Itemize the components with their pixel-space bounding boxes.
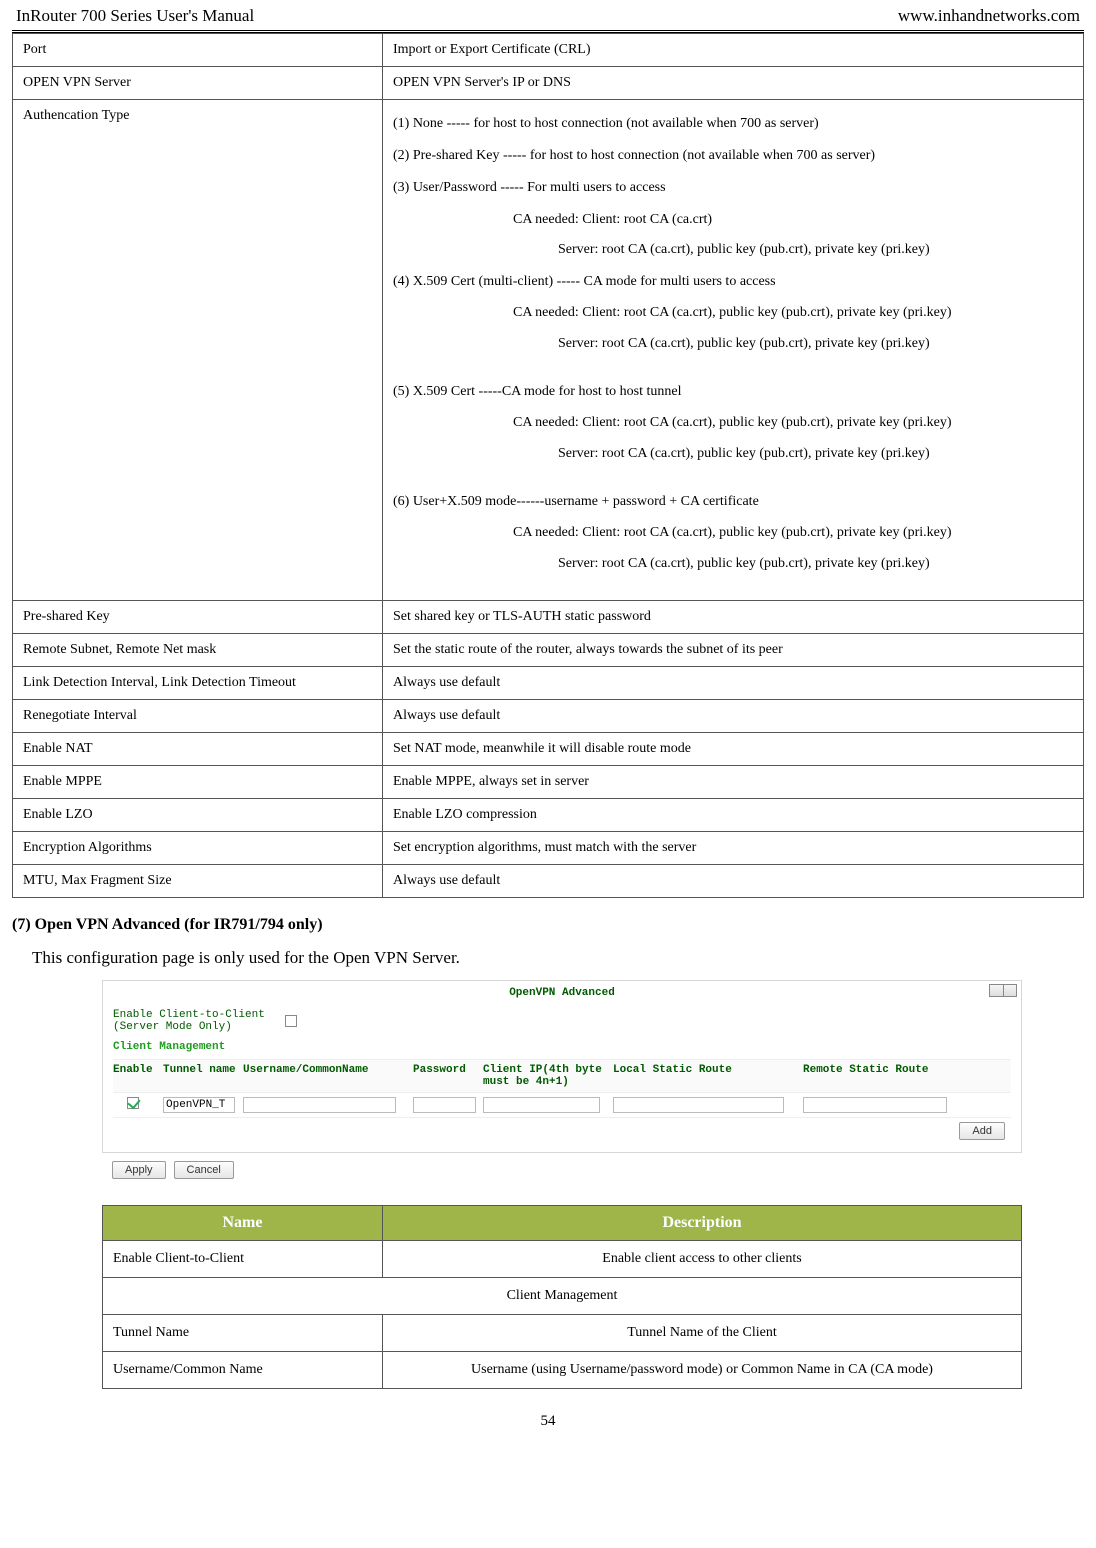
openvpn-advanced-panel: OpenVPN Advanced Enable Client-to-Client… — [102, 980, 1022, 1153]
col-enable: Enable — [113, 1064, 163, 1088]
param-val: Always use default — [383, 864, 1084, 897]
auth-line: (1) None ----- for host to host connecti… — [393, 108, 1073, 140]
param-val: OPEN VPN Server's IP or DNS — [383, 67, 1084, 100]
panel-title: OpenVPN Advanced — [509, 987, 615, 999]
auth-line: (4) X.509 Cert (multi-client) ----- CA m… — [393, 266, 1073, 298]
desc-key: Tunnel Name — [103, 1314, 383, 1351]
col-pw: Password — [413, 1064, 483, 1088]
table-row: Enable LZOEnable LZO compression — [13, 798, 1084, 831]
desc-val: Username (using Username/password mode) … — [383, 1351, 1022, 1388]
table-row: Enable Client-to-Client Enable client ac… — [103, 1240, 1022, 1277]
auth-indent: Server: root CA (ca.crt), public key (pu… — [393, 439, 1073, 470]
param-val: (1) None ----- for host to host connecti… — [383, 100, 1084, 601]
th-name: Name — [103, 1205, 383, 1240]
table-row: Enable MPPEEnable MPPE, always set in se… — [13, 765, 1084, 798]
desc-val: Tunnel Name of the Client — [383, 1314, 1022, 1351]
param-val: Enable LZO compression — [383, 798, 1084, 831]
enable-c2c-checkbox[interactable] — [285, 1015, 297, 1027]
header-right: www.inhandnetworks.com — [898, 6, 1080, 26]
local-route-input[interactable] — [613, 1097, 784, 1113]
add-button[interactable]: Add — [959, 1122, 1005, 1140]
header-left: InRouter 700 Series User's Manual — [16, 6, 254, 26]
desc-val: Enable client access to other clients — [383, 1240, 1022, 1277]
row-enable-checkbox[interactable] — [127, 1097, 139, 1109]
auth-indent: CA needed: Client: root CA (ca.crt), pub… — [393, 408, 1073, 439]
auth-indent: CA needed: Client: root CA (ca.crt), pub… — [393, 298, 1073, 329]
param-key: Enable MPPE — [13, 765, 383, 798]
remote-route-input[interactable] — [803, 1097, 947, 1113]
panel-title-bar: OpenVPN Advanced — [103, 981, 1021, 1003]
table-row: Tunnel Name Tunnel Name of the Client — [103, 1314, 1022, 1351]
desc-key: Username/Common Name — [103, 1351, 383, 1388]
section-title: (7) Open VPN Advanced (for IR791/794 onl… — [12, 916, 1084, 934]
table-row: Username/Common Name Username (using Use… — [103, 1351, 1022, 1388]
client-ip-input[interactable] — [483, 1097, 600, 1113]
auth-indent: Server: root CA (ca.crt), public key (pu… — [393, 549, 1073, 580]
page-number: 54 — [12, 1413, 1084, 1430]
param-key: Pre-shared Key — [13, 600, 383, 633]
param-key: Enable LZO — [13, 798, 383, 831]
table-row: Pre-shared KeySet shared key or TLS-AUTH… — [13, 600, 1084, 633]
parameters-table: Port Import or Export Certificate (CRL) … — [12, 33, 1084, 898]
table-row: Encryption AlgorithmsSet encryption algo… — [13, 831, 1084, 864]
param-key: Encryption Algorithms — [13, 831, 383, 864]
desc-span: Client Management — [103, 1277, 1022, 1314]
param-key: Port — [13, 34, 383, 67]
param-val: Set the static route of the router, alwa… — [383, 633, 1084, 666]
param-val: Always use default — [383, 699, 1084, 732]
client-table-row — [113, 1093, 1011, 1118]
th-desc: Description — [383, 1205, 1022, 1240]
auth-line: (3) User/Password ----- For multi users … — [393, 172, 1073, 204]
tunnel-name-input[interactable] — [163, 1097, 235, 1113]
table-row: Port Import or Export Certificate (CRL) — [13, 34, 1084, 67]
param-key: Link Detection Interval, Link Detection … — [13, 666, 383, 699]
param-val: Set shared key or TLS-AUTH static passwo… — [383, 600, 1084, 633]
col-user: Username/CommonName — [243, 1064, 413, 1088]
param-val: Set encryption algorithms, must match wi… — [383, 831, 1084, 864]
cancel-button[interactable]: Cancel — [174, 1161, 234, 1179]
enable-c2c-label: Enable Client-to-Client (Server Mode Onl… — [113, 1009, 265, 1033]
table-row-auth: Authencation Type (1) None ----- for hos… — [13, 100, 1084, 601]
table-row: MTU, Max Fragment SizeAlways use default — [13, 864, 1084, 897]
param-val: Always use default — [383, 666, 1084, 699]
param-val: Import or Export Certificate (CRL) — [383, 34, 1084, 67]
param-val: Enable MPPE, always set in server — [383, 765, 1084, 798]
param-key: Renegotiate Interval — [13, 699, 383, 732]
table-row: Remote Subnet, Remote Net maskSet the st… — [13, 633, 1084, 666]
description-table: Name Description Enable Client-to-Client… — [102, 1205, 1022, 1389]
col-clientip: Client IP(4th byte must be 4n+1) — [483, 1064, 613, 1088]
auth-indent: CA needed: Client: root CA (ca.crt) — [393, 205, 1073, 236]
client-management-heading: Client Management — [113, 1041, 1011, 1053]
split-icon[interactable] — [989, 984, 1017, 997]
auth-indent: Server: root CA (ca.crt), public key (pu… — [393, 235, 1073, 266]
table-row-span: Client Management — [103, 1277, 1022, 1314]
apply-button[interactable]: Apply — [112, 1161, 166, 1179]
param-key: Enable NAT — [13, 732, 383, 765]
param-key: MTU, Max Fragment Size — [13, 864, 383, 897]
table-row: Link Detection Interval, Link Detection … — [13, 666, 1084, 699]
auth-indent: Server: root CA (ca.crt), public key (pu… — [393, 329, 1073, 360]
param-key: OPEN VPN Server — [13, 67, 383, 100]
table-row: OPEN VPN Server OPEN VPN Server's IP or … — [13, 67, 1084, 100]
section-intro: This configuration page is only used for… — [32, 948, 1084, 968]
auth-line: (2) Pre-shared Key ----- for host to hos… — [393, 140, 1073, 172]
auth-indent: CA needed: Client: root CA (ca.crt), pub… — [393, 518, 1073, 549]
password-input[interactable] — [413, 1097, 476, 1113]
col-remoteroute: Remote Static Route — [803, 1064, 963, 1088]
param-key: Authencation Type — [13, 100, 383, 601]
table-row: Renegotiate IntervalAlways use default — [13, 699, 1084, 732]
desc-key: Enable Client-to-Client — [103, 1240, 383, 1277]
param-val: Set NAT mode, meanwhile it will disable … — [383, 732, 1084, 765]
param-key: Remote Subnet, Remote Net mask — [13, 633, 383, 666]
client-table-header: Enable Tunnel name Username/CommonName P… — [113, 1059, 1011, 1093]
col-localroute: Local Static Route — [613, 1064, 803, 1088]
username-input[interactable] — [243, 1097, 396, 1113]
col-tunnel: Tunnel name — [163, 1064, 243, 1088]
table-row: Enable NATSet NAT mode, meanwhile it wil… — [13, 732, 1084, 765]
auth-line: (6) User+X.509 mode------username + pass… — [393, 486, 1073, 518]
auth-line: (5) X.509 Cert -----CA mode for host to … — [393, 376, 1073, 408]
page-header: InRouter 700 Series User's Manual www.in… — [12, 0, 1084, 33]
